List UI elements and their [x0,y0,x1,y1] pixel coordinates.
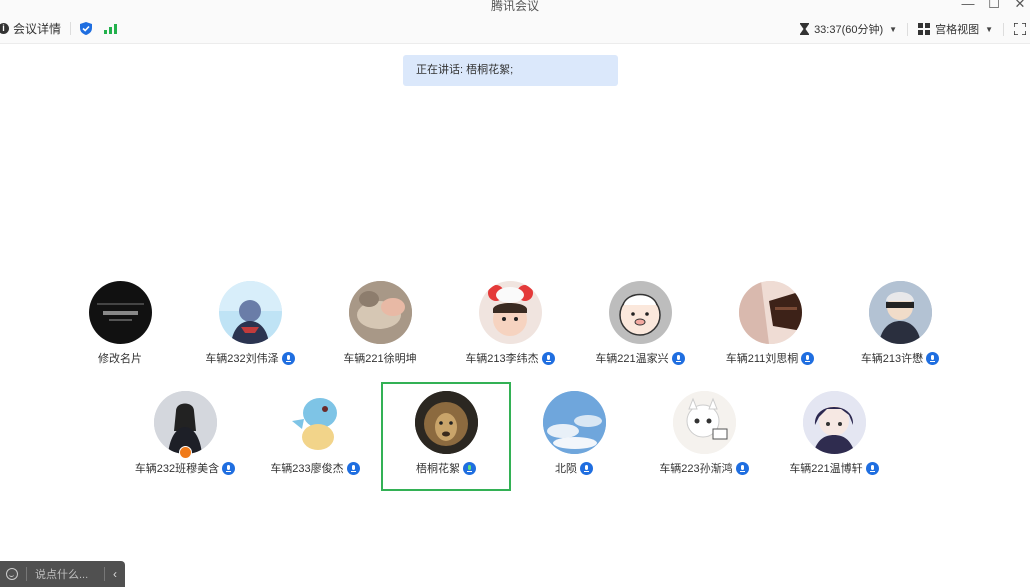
maximize-icon[interactable]: ☐ [985,0,1003,12]
participant-tile[interactable]: 车辆223孙渐鸿 [640,391,768,499]
chat-input[interactable]: 说点什么... [35,566,104,582]
participant-name: 修改名片 [98,353,142,365]
microphone-icon [865,461,879,475]
participant-name: 车辆223孙渐鸿 [659,463,733,475]
avatar [284,391,347,454]
divider [104,567,105,581]
participant-name: 车辆213许懋 [860,353,924,365]
view-mode-button[interactable]: 宫格视图 [935,21,979,37]
avatar [543,391,606,454]
divider [1003,22,1004,36]
participant-name: 车辆232刘伟泽 [205,353,279,365]
signal-icon[interactable] [104,23,118,34]
chevron-down-icon[interactable]: ▼ [889,25,897,34]
participant-tile[interactable]: 车辆232刘伟泽 [186,281,314,389]
participant-name: 车辆232班穆美含 [134,463,220,475]
speaking-banner: 正在讲话: 梧桐花絮; [403,55,618,86]
participant-tile[interactable]: 车辆211刘思桐 [706,281,834,389]
hourglass-icon [800,23,810,35]
participant-tile[interactable]: 车辆213李纬杰 [446,281,574,389]
participant-tile[interactable]: 车辆221温博轩 [770,391,898,499]
microphone-icon [580,461,593,475]
avatar [673,391,736,454]
avatar [803,391,866,454]
chevron-left-icon[interactable]: ‹ [113,567,117,581]
fullscreen-icon[interactable] [1014,23,1026,35]
chevron-down-icon[interactable]: ▼ [985,25,993,34]
microphone-icon [541,351,555,365]
participant-name: 车辆221温博轩 [789,463,863,475]
meeting-details-button[interactable]: 会议详情 [13,20,61,37]
avatar [479,281,542,344]
avatar [609,281,672,344]
participant-name: 车辆213李纬杰 [465,353,539,365]
divider [907,22,909,36]
window-title: 腾讯会议 [490,0,539,13]
participant-tile[interactable]: 车辆221徐明坤 [316,281,444,389]
microphone-icon [463,461,476,475]
meeting-timer: 33:37(60分钟) [814,24,884,36]
microphone-icon [346,461,360,475]
participant-tile[interactable]: 北陨 [510,391,638,499]
divider [70,22,72,35]
participant-tile-active-speaker[interactable]: 梧桐花絮 [381,382,511,491]
microphone-icon [222,461,236,475]
participant-tile[interactable]: 车辆232班穆美含 [121,391,249,499]
host-icon [179,446,192,459]
avatar [415,391,478,454]
toolbar: i 会议详情 33:37(60分钟) ▼ 宫格视图 ▼ [0,14,1030,44]
avatar [869,281,932,344]
participant-name: 车辆211刘思桐 [725,353,799,365]
microphone-icon [281,351,295,365]
close-icon[interactable]: ✕ [1011,0,1029,12]
chat-bar: 说点什么... ‹ [0,561,125,587]
participant-name: 车辆221徐明坤 [343,353,417,365]
participant-name: 车辆233廖俊杰 [270,463,344,475]
emoji-icon[interactable] [6,568,18,580]
microphone-icon [801,351,815,365]
divider [26,567,27,581]
participant-name: 北陨 [555,463,577,475]
minimize-icon[interactable]: — [959,0,977,11]
avatar [89,281,152,344]
participant-name: 梧桐花絮 [416,463,460,475]
participant-tile[interactable]: 修改名片 [56,281,184,389]
shield-icon[interactable] [80,22,93,35]
grid-icon [918,23,931,35]
microphone-icon [735,461,749,475]
avatar [349,281,412,344]
microphone-icon [671,351,685,365]
title-bar: 腾讯会议 — ☐ ✕ [0,0,1030,14]
participant-tile[interactable]: 车辆233廖俊杰 [251,391,379,499]
participant-tile[interactable]: 车辆221温家兴 [576,281,704,389]
avatar [219,281,282,344]
microphone-icon [926,351,940,365]
avatar [154,391,217,454]
info-icon[interactable]: i [0,23,9,34]
avatar [739,281,802,344]
participant-name: 车辆221温家兴 [595,353,669,365]
participant-tile[interactable]: 车辆213许懋 [836,281,964,389]
